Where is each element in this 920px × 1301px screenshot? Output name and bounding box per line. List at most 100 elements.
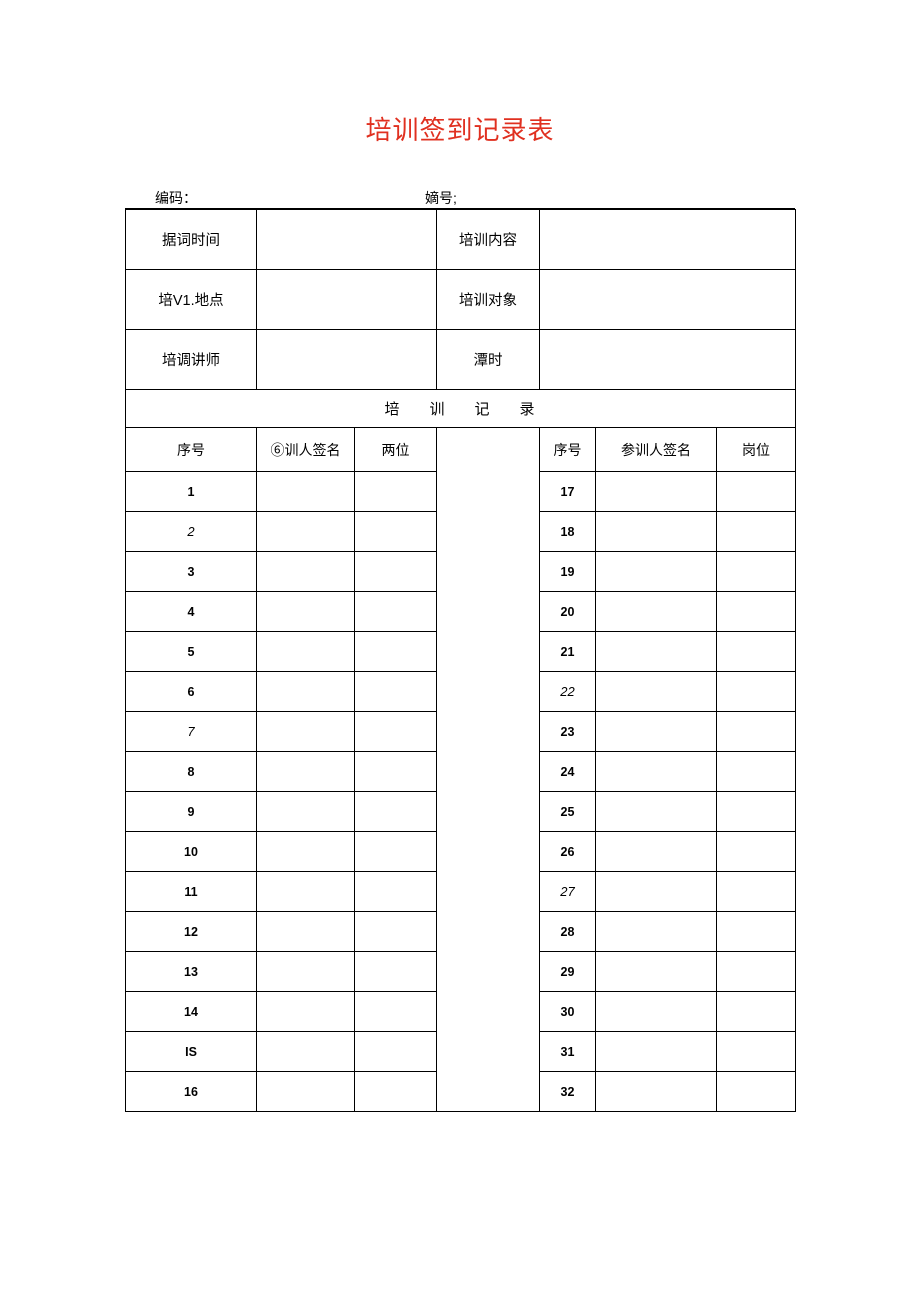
left-no: 10 <box>126 832 257 872</box>
col-right-pos: 岗位 <box>717 428 796 472</box>
right-pos <box>717 472 796 512</box>
table-row: 1632 <box>126 1072 796 1112</box>
right-pos <box>717 632 796 672</box>
table-row: 14 30 <box>126 992 796 1032</box>
col-left-sign: ⑥训人签名 <box>257 428 355 472</box>
value-time <box>257 210 437 270</box>
value-target <box>540 270 796 330</box>
left-no: 8 <box>126 752 257 792</box>
left-pos <box>355 952 437 992</box>
table-row: 420 <box>126 592 796 632</box>
right-no: 21 <box>540 632 596 672</box>
left-sign <box>257 872 355 912</box>
right-pos <box>717 792 796 832</box>
right-no: 25 <box>540 792 596 832</box>
table-row: IS31 <box>126 1032 796 1072</box>
left-no: 6 <box>126 672 257 712</box>
left-pos <box>355 1072 437 1112</box>
right-no: 23 <box>540 712 596 752</box>
right-sign <box>596 832 717 872</box>
left-pos <box>355 792 437 832</box>
value-lecturer <box>257 330 437 390</box>
left-pos <box>355 632 437 672</box>
left-pos <box>355 752 437 792</box>
gap-cell <box>437 952 540 992</box>
label-hours: 潭时 <box>437 330 540 390</box>
table-row: 1 17 <box>126 472 796 512</box>
left-no: 14 <box>126 992 257 1032</box>
gap-cell <box>437 712 540 752</box>
left-pos <box>355 672 437 712</box>
right-pos <box>717 952 796 992</box>
gap-cell <box>437 752 540 792</box>
left-sign <box>257 952 355 992</box>
table-row: 218 <box>126 512 796 552</box>
gap-cell <box>437 992 540 1032</box>
left-pos <box>355 1032 437 1072</box>
right-sign <box>596 592 717 632</box>
gap-cell <box>437 912 540 952</box>
serial-label: 嫡号; <box>425 188 457 208</box>
left-sign <box>257 992 355 1032</box>
left-no: 3 <box>126 552 257 592</box>
table-row: 1228 <box>126 912 796 952</box>
right-sign <box>596 672 717 712</box>
info-row-lecturer: 培调讲师 潭时 <box>126 330 796 390</box>
left-sign <box>257 592 355 632</box>
right-sign <box>596 952 717 992</box>
left-no: 12 <box>126 912 257 952</box>
column-header-row: 序号 ⑥训人签名 两位 序号 参训人签名 岗位 <box>126 428 796 472</box>
value-content <box>540 210 796 270</box>
gap-cell <box>437 1072 540 1112</box>
table-row: 8 24 <box>126 752 796 792</box>
gap-cell <box>437 1032 540 1072</box>
right-pos <box>717 1072 796 1112</box>
left-pos <box>355 992 437 1032</box>
table-row: 9 25 <box>126 792 796 832</box>
right-sign <box>596 632 717 672</box>
left-pos <box>355 832 437 872</box>
right-no: 29 <box>540 952 596 992</box>
left-sign <box>257 672 355 712</box>
right-sign <box>596 712 717 752</box>
right-no: 30 <box>540 992 596 1032</box>
left-pos <box>355 592 437 632</box>
table-row: 1127 <box>126 872 796 912</box>
gap-cell <box>437 832 540 872</box>
left-sign <box>257 512 355 552</box>
right-no: 17 <box>540 472 596 512</box>
right-sign <box>596 792 717 832</box>
form-sheet: 编码： 嫡号; 据词时间 培训内容 培V1.地点 培训对象 培调讲师 潭时 <box>125 191 795 1112</box>
left-no: 11 <box>126 872 257 912</box>
section-header: 培训记录 <box>126 390 796 428</box>
gap-cell <box>437 672 540 712</box>
table-row: 622 <box>126 672 796 712</box>
gap-cell <box>437 428 540 472</box>
left-no: 1 <box>126 472 257 512</box>
left-sign <box>257 752 355 792</box>
gap-cell <box>437 472 540 512</box>
table-row: 319 <box>126 552 796 592</box>
right-pos <box>717 1032 796 1072</box>
table-row: 1026 <box>126 832 796 872</box>
right-no: 24 <box>540 752 596 792</box>
left-sign <box>257 712 355 752</box>
right-pos <box>717 712 796 752</box>
col-right-sign: 参训人签名 <box>596 428 717 472</box>
left-no: 9 <box>126 792 257 832</box>
left-pos <box>355 472 437 512</box>
meta-line: 编码： 嫡号; <box>125 191 795 209</box>
right-sign <box>596 552 717 592</box>
section-header-row: 培训记录 <box>126 390 796 428</box>
info-row-time: 据词时间 培训内容 <box>126 210 796 270</box>
left-pos <box>355 872 437 912</box>
right-no: 18 <box>540 512 596 552</box>
left-no: 5 <box>126 632 257 672</box>
code-label: 编码： <box>155 188 425 208</box>
left-no: IS <box>126 1032 257 1072</box>
right-pos <box>717 552 796 592</box>
right-sign <box>596 752 717 792</box>
right-no: 20 <box>540 592 596 632</box>
left-pos <box>355 712 437 752</box>
right-pos <box>717 992 796 1032</box>
